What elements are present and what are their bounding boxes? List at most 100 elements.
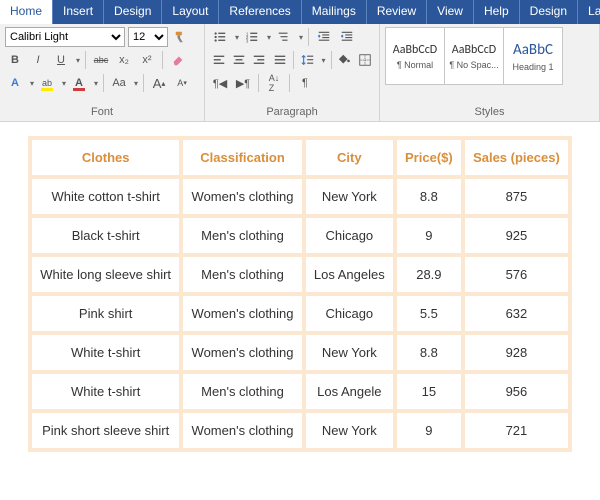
superscript-button[interactable]: x² — [137, 50, 157, 70]
chevron-down-icon[interactable]: ▾ — [62, 79, 66, 88]
table-cell[interactable]: Chicago — [304, 294, 395, 333]
table-header[interactable]: Clothes — [30, 138, 181, 177]
tab-design[interactable]: Design — [104, 0, 162, 24]
table-cell[interactable]: White long sleeve shirt — [30, 255, 181, 294]
chevron-down-icon[interactable]: ▾ — [321, 56, 325, 65]
borders-button[interactable] — [357, 50, 374, 70]
style-heading1[interactable]: AaBbCHeading 1 — [503, 27, 563, 85]
chevron-down-icon[interactable]: ▾ — [76, 56, 80, 65]
table-cell[interactable]: Los Angeles — [304, 255, 395, 294]
italic-button[interactable]: I — [28, 50, 48, 70]
tab-references[interactable]: References — [219, 0, 301, 24]
table-cell[interactable]: Women's clothing — [181, 333, 303, 372]
table-cell[interactable]: 632 — [463, 294, 570, 333]
table-cell[interactable]: Pink shirt — [30, 294, 181, 333]
show-marks-button[interactable]: ¶ — [295, 73, 315, 93]
table-cell[interactable]: Men's clothing — [181, 372, 303, 411]
align-left-button[interactable] — [210, 50, 227, 70]
ltr-button[interactable]: ¶◀ — [210, 73, 230, 93]
table-header[interactable]: Price($) — [395, 138, 463, 177]
table-row[interactable]: White long sleeve shirtMen's clothingLos… — [30, 255, 570, 294]
increase-indent-button[interactable] — [337, 27, 357, 47]
tab-mailings[interactable]: Mailings — [302, 0, 367, 24]
font-color-button[interactable]: A — [69, 73, 89, 93]
align-center-button[interactable] — [230, 50, 247, 70]
subscript-button[interactable]: x₂ — [114, 50, 134, 70]
table-cell[interactable]: New York — [304, 177, 395, 216]
table-cell[interactable]: 8.8 — [395, 177, 463, 216]
bold-button[interactable]: B — [5, 50, 25, 70]
font-name-select[interactable]: Calibri Light — [5, 27, 125, 47]
chevron-down-icon[interactable]: ▾ — [299, 33, 303, 42]
table-cell[interactable]: White t-shirt — [30, 372, 181, 411]
table-cell[interactable]: Men's clothing — [181, 216, 303, 255]
table-cell[interactable]: 721 — [463, 411, 570, 450]
table-cell[interactable]: Women's clothing — [181, 294, 303, 333]
chevron-down-icon[interactable]: ▾ — [30, 79, 34, 88]
table-cell[interactable]: Women's clothing — [181, 177, 303, 216]
format-painter-icon[interactable] — [171, 27, 191, 47]
underline-button[interactable]: U — [51, 50, 71, 70]
table-header[interactable]: City — [304, 138, 395, 177]
shrink-font-button[interactable]: A▾ — [172, 73, 192, 93]
document-area[interactable]: ClothesClassificationCityPrice($)Sales (… — [0, 122, 600, 466]
font-size-select[interactable]: 12 — [128, 27, 168, 47]
multilevel-list-button[interactable] — [274, 27, 294, 47]
line-spacing-button[interactable] — [299, 50, 316, 70]
table-cell[interactable]: 5.5 — [395, 294, 463, 333]
table-cell[interactable]: Women's clothing — [181, 411, 303, 450]
tab-insert[interactable]: Insert — [53, 0, 104, 24]
table-row[interactable]: Pink short sleeve shirtWomen's clothingN… — [30, 411, 570, 450]
align-right-button[interactable] — [251, 50, 268, 70]
table-header[interactable]: Sales (pieces) — [463, 138, 570, 177]
grow-font-button[interactable]: A▴ — [149, 73, 169, 93]
tab-review[interactable]: Review — [367, 0, 427, 24]
table-cell[interactable]: Men's clothing — [181, 255, 303, 294]
strike-button[interactable]: abc — [91, 50, 111, 70]
table-row[interactable]: Pink shirtWomen's clothingChicago5.5632 — [30, 294, 570, 333]
table-cell[interactable]: 925 — [463, 216, 570, 255]
data-table[interactable]: ClothesClassificationCityPrice($)Sales (… — [28, 136, 572, 452]
table-cell[interactable]: 9 — [395, 216, 463, 255]
table-cell[interactable]: White t-shirt — [30, 333, 181, 372]
style-normal[interactable]: AaBbCcD¶ Normal — [385, 27, 445, 85]
table-row[interactable]: White t-shirtWomen's clothingNew York8.8… — [30, 333, 570, 372]
sort-button[interactable]: A↓Z — [264, 73, 284, 93]
table-cell[interactable]: White cotton t-shirt — [30, 177, 181, 216]
table-cell[interactable]: Black t-shirt — [30, 216, 181, 255]
shading-button[interactable] — [336, 50, 353, 70]
style-nospac[interactable]: AaBbCcD¶ No Spac... — [444, 27, 504, 85]
highlight-button[interactable]: ab — [37, 73, 57, 93]
table-cell[interactable]: 15 — [395, 372, 463, 411]
table-cell[interactable]: 576 — [463, 255, 570, 294]
table-cell[interactable]: 9 — [395, 411, 463, 450]
chevron-down-icon[interactable]: ▾ — [134, 79, 138, 88]
justify-button[interactable] — [271, 50, 288, 70]
tab-design[interactable]: Design — [520, 0, 578, 24]
change-case-button[interactable]: Aa — [109, 73, 129, 93]
table-cell[interactable]: New York — [304, 411, 395, 450]
table-row[interactable]: White t-shirtMen's clothingLos Angele159… — [30, 372, 570, 411]
table-row[interactable]: White cotton t-shirtWomen's clothingNew … — [30, 177, 570, 216]
table-cell[interactable]: 28.9 — [395, 255, 463, 294]
chevron-down-icon[interactable]: ▾ — [267, 33, 271, 42]
table-header[interactable]: Classification — [181, 138, 303, 177]
tab-help[interactable]: Help — [474, 0, 520, 24]
tab-view[interactable]: View — [427, 0, 474, 24]
table-cell[interactable]: 875 — [463, 177, 570, 216]
bullets-button[interactable] — [210, 27, 230, 47]
table-cell[interactable]: 928 — [463, 333, 570, 372]
table-cell[interactable]: Los Angele — [304, 372, 395, 411]
table-cell[interactable]: 956 — [463, 372, 570, 411]
table-row[interactable]: Black t-shirtMen's clothingChicago9925 — [30, 216, 570, 255]
table-cell[interactable]: 8.8 — [395, 333, 463, 372]
table-cell[interactable]: Pink short sleeve shirt — [30, 411, 181, 450]
eraser-icon[interactable] — [168, 50, 188, 70]
tab-layout[interactable]: Layout — [162, 0, 219, 24]
tab-layout[interactable]: Layout — [578, 0, 600, 24]
table-cell[interactable]: Chicago — [304, 216, 395, 255]
numbering-button[interactable]: 123 — [242, 27, 262, 47]
tab-home[interactable]: Home — [0, 0, 53, 24]
text-effects-button[interactable]: A — [5, 73, 25, 93]
chevron-down-icon[interactable]: ▾ — [235, 33, 239, 42]
